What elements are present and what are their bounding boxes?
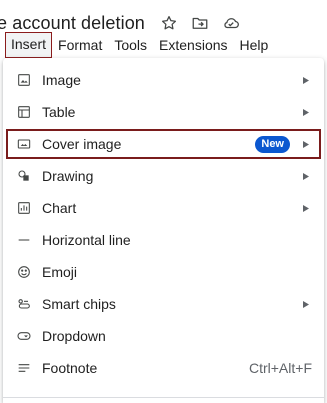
- submenu-arrow-icon: [302, 300, 310, 308]
- drawing-icon: [15, 167, 33, 185]
- menu-item-smart-chips[interactable]: Smart chips: [3, 288, 324, 320]
- menu-item-dropdown[interactable]: Dropdown: [3, 320, 324, 352]
- table-icon: [15, 103, 33, 121]
- menubar: Insert Format Tools Extensions Help: [5, 32, 274, 58]
- menu-divider: [3, 397, 324, 398]
- menu-item-drawing[interactable]: Drawing: [3, 160, 324, 192]
- menu-item-horizontal-line[interactable]: Horizontal line: [3, 224, 324, 256]
- submenu-arrow-icon: [302, 204, 310, 212]
- menu-item-label: Table: [42, 104, 76, 120]
- menu-item-label: Dropdown: [42, 328, 106, 344]
- menu-item-image[interactable]: Image: [3, 64, 324, 96]
- chart-icon: [15, 199, 33, 217]
- smart-chips-icon: [15, 295, 33, 313]
- insert-menu-dropdown: Image Table Cover image New Drawing Char…: [3, 58, 324, 403]
- menu-item-chart[interactable]: Chart: [3, 192, 324, 224]
- menu-item-cover-image[interactable]: Cover image New: [5, 128, 322, 160]
- new-badge: New: [255, 135, 290, 153]
- menu-item-label: Image: [42, 72, 81, 88]
- menu-tools[interactable]: Tools: [108, 32, 153, 58]
- submenu-arrow-icon: [302, 76, 310, 84]
- menu-help[interactable]: Help: [234, 32, 275, 58]
- move-folder-icon[interactable]: [190, 13, 210, 33]
- menu-format[interactable]: Format: [52, 32, 108, 58]
- dropdown-icon: [15, 327, 33, 345]
- menu-item-emoji[interactable]: Emoji: [3, 256, 324, 288]
- menu-extensions[interactable]: Extensions: [153, 32, 233, 58]
- menu-item-label: Emoji: [42, 264, 78, 280]
- menu-item-label: Chart: [42, 200, 77, 216]
- keyboard-shortcut: Ctrl+Alt+F: [248, 360, 312, 376]
- image-icon: [15, 71, 33, 89]
- menu-item-label: Drawing: [42, 168, 94, 184]
- menu-item-label: Smart chips: [42, 296, 116, 312]
- menu-item-label: Cover image: [42, 136, 122, 152]
- cloud-saved-icon[interactable]: [221, 13, 241, 33]
- menu-item-label: Horizontal line: [42, 232, 131, 248]
- menu-item-label: Footnote: [42, 360, 98, 376]
- emoji-icon: [15, 263, 33, 281]
- menu-insert[interactable]: Insert: [5, 32, 53, 58]
- document-title[interactable]: e account deletion: [0, 13, 145, 34]
- submenu-arrow-icon: [302, 140, 310, 148]
- submenu-arrow-icon: [302, 172, 310, 180]
- horizontal-line-icon: [15, 231, 33, 249]
- submenu-arrow-icon: [302, 108, 310, 116]
- cover-image-icon: [15, 135, 33, 153]
- menu-item-table[interactable]: Table: [3, 96, 324, 128]
- star-icon[interactable]: [159, 13, 179, 33]
- menu-item-footnote[interactable]: Footnote Ctrl+Alt+F: [3, 352, 324, 384]
- footnote-icon: [15, 359, 33, 377]
